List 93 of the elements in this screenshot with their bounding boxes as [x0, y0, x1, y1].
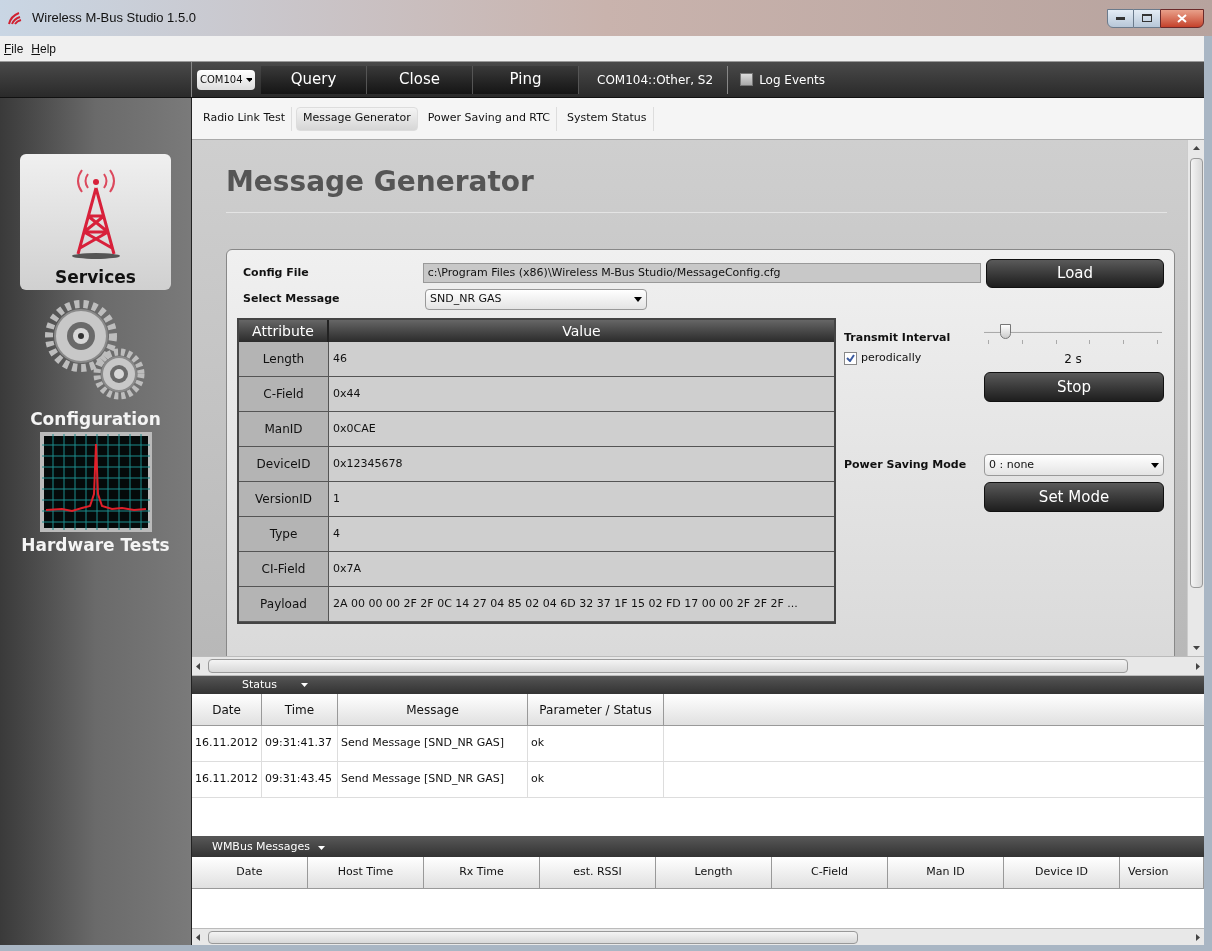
window-title: Wireless M-Bus Studio 1.5.0 — [32, 9, 196, 28]
column-header[interactable]: Message — [338, 694, 528, 725]
column-header[interactable]: Version — [1120, 857, 1204, 888]
dropdown-arrow-icon — [634, 296, 642, 302]
table-cell: C-Field — [239, 377, 329, 411]
sidebar-item[interactable]: Hardware Tests — [20, 430, 171, 556]
check-icon — [846, 354, 855, 362]
table-cell: Length — [239, 342, 329, 376]
column-header[interactable]: C-Field — [772, 857, 888, 888]
field-label: Power Saving Mode — [844, 456, 968, 473]
status-panel-header: Status — [192, 676, 1204, 694]
column-header[interactable]: Parameter / Status — [528, 694, 664, 725]
horizontal-scrollbar[interactable] — [192, 656, 1204, 676]
scroll-right-icon — [1196, 662, 1200, 670]
table-cell: ManID — [239, 412, 329, 446]
port-select[interactable]: COM104 — [197, 69, 255, 90]
table-cell: ok — [528, 762, 664, 797]
vertical-scrollbar[interactable] — [1187, 140, 1204, 656]
tab[interactable]: Radio Link Test — [197, 106, 293, 131]
menu-item[interactable]: Help — [31, 39, 57, 58]
dropdown-arrow-icon — [1151, 462, 1159, 468]
minimize-icon — [1116, 16, 1125, 20]
minimize-button[interactable] — [1107, 8, 1134, 28]
scroll-left-icon — [196, 662, 200, 670]
column-header[interactable]: Time — [262, 694, 338, 725]
table-cell: 1 — [329, 482, 834, 516]
column-header[interactable]: est. RSSI — [540, 857, 656, 888]
slider-thumb[interactable] — [1000, 324, 1012, 339]
column-header[interactable]: Length — [656, 857, 772, 888]
maximize-icon — [1142, 14, 1152, 22]
table-cell: Send Message [SND_NR GAS] — [338, 762, 528, 797]
config-file-field: c:\Program Files (x86)\Wireless M-Bus Studio/MessageConfig.cfg — [422, 263, 982, 283]
tab[interactable]: Message Generator — [296, 106, 418, 131]
field-label: Config File — [242, 264, 310, 281]
table-cell: Type — [239, 517, 329, 551]
toolbar-button[interactable]: Ping — [473, 65, 579, 94]
close-button[interactable] — [1160, 8, 1204, 28]
table-cell: 0x7A — [329, 552, 834, 586]
dropdown-arrow-icon — [301, 683, 309, 687]
message-select[interactable]: SND_NR GAS — [425, 288, 647, 310]
table-cell: 0x12345678 — [329, 447, 834, 481]
table-cell: 46 — [329, 342, 834, 376]
app-logo-icon — [8, 11, 24, 25]
field-label: Select Message — [242, 290, 341, 307]
sidebar-item[interactable]: Configuration — [20, 294, 171, 430]
spectrum-icon — [39, 432, 152, 532]
table-cell: 0x44 — [329, 377, 834, 411]
stop-button[interactable]: Stop — [984, 372, 1164, 402]
column-header[interactable]: Date — [192, 694, 262, 725]
toolbar-button[interactable]: Query — [261, 65, 367, 94]
dropdown-arrow-icon — [318, 845, 326, 850]
wmbus-panel-header: WMBus Messages — [192, 838, 1204, 857]
table-cell: ok — [528, 726, 664, 761]
log-events-checkbox[interactable]: Log Events — [740, 70, 825, 89]
dropdown-arrow-icon — [245, 77, 252, 82]
connection-status: COM104::Other, S2 — [597, 65, 729, 94]
table-cell: 09:31:41.37 — [262, 726, 338, 761]
table-cell: 4 — [329, 517, 834, 551]
scroll-right-icon — [1196, 933, 1200, 941]
menu-item[interactable]: File — [4, 39, 24, 58]
page-title: Message Generator — [226, 164, 534, 200]
power-mode-select[interactable]: 0 : none — [984, 454, 1164, 476]
toolbar-button[interactable]: Close — [367, 65, 473, 94]
interval-reading: 2 s — [1064, 351, 1082, 368]
tab[interactable]: System Status — [560, 106, 654, 131]
field-label: Transmit Interval — [844, 330, 952, 346]
column-header[interactable]: Device ID — [1004, 857, 1120, 888]
close-icon — [1177, 13, 1187, 23]
maximize-button[interactable] — [1134, 8, 1160, 28]
table-cell: 09:31:43.45 — [262, 762, 338, 797]
periodically-checkbox[interactable]: perodically — [844, 350, 984, 366]
column-header[interactable]: Date — [192, 857, 308, 888]
scroll-left-icon — [196, 933, 200, 941]
sidebar-item[interactable]: Services — [20, 154, 171, 290]
load-button[interactable]: Load — [986, 258, 1164, 288]
column-header: Value — [561, 322, 602, 341]
table-cell: 16.11.2012 — [192, 726, 262, 761]
horizontal-scrollbar[interactable] — [192, 928, 1204, 945]
table-cell: 16.11.2012 — [192, 762, 262, 797]
column-header[interactable]: Man ID — [888, 857, 1004, 888]
scroll-down-icon — [1192, 646, 1200, 650]
column-header[interactable]: Rx Time — [424, 857, 540, 888]
column-header[interactable]: Host Time — [308, 857, 424, 888]
table-cell: Payload — [239, 587, 329, 621]
table-cell: DeviceID — [239, 447, 329, 481]
tab[interactable]: Power Saving and RTC — [421, 106, 557, 131]
table-cell: 0x0CAE — [329, 412, 834, 446]
table-cell: VersionID — [239, 482, 329, 516]
set-mode-button[interactable]: Set Mode — [984, 482, 1164, 512]
table-cell: Send Message [SND_NR GAS] — [338, 726, 528, 761]
scroll-up-icon — [1192, 146, 1200, 150]
table-cell: CI-Field — [239, 552, 329, 586]
table-cell: 2A 00 00 00 2F 2F 0C 14 27 04 85 02 04 6D 32 37 1F 15 02 FD 17 00 00 2F 2F 2F ... — [329, 587, 834, 621]
